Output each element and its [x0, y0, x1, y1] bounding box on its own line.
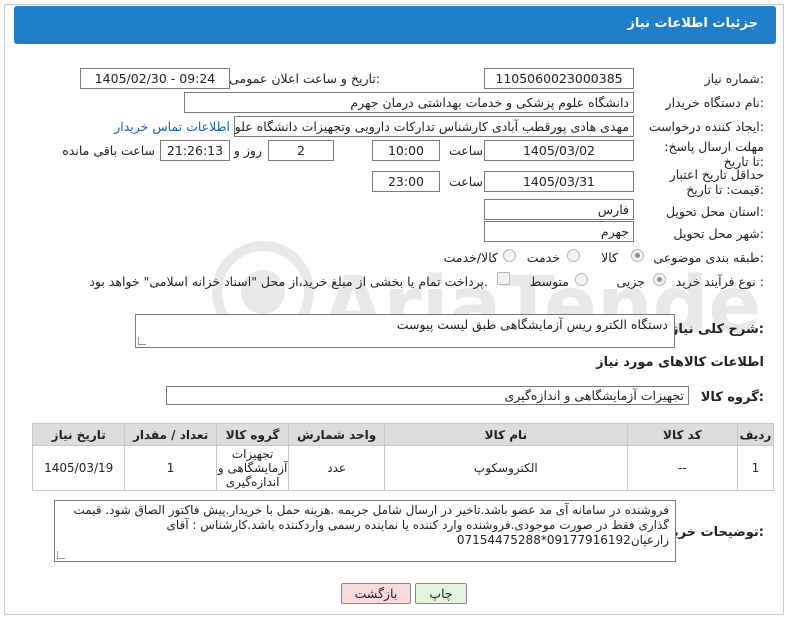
- summary-text: دستگاه الکترو ریس آزمایشگاهی طبق لیست پی…: [396, 317, 668, 332]
- need-number-label: شماره نیاز:: [704, 71, 764, 86]
- buyer-notes-text: فروشنده در سامانه آی مد عضو باشد.تاخیر د…: [73, 503, 669, 547]
- price-validity-label: حداقل تاریخ اعتبار قیمت: تا تاریخ:: [669, 167, 764, 197]
- back-button[interactable]: بازگشت: [341, 583, 411, 604]
- city-field[interactable]: جهرم: [484, 221, 634, 242]
- cell-goods-name: الکتروسکوپ: [383, 445, 628, 491]
- price-validity-time-field[interactable]: 23:00: [372, 171, 440, 192]
- deadline-time-label: ساعت: [448, 143, 483, 158]
- price-validity-time-label: ساعت: [448, 174, 483, 189]
- page-title: جزئیات اطلاعات نیاز: [627, 16, 758, 31]
- category-option-goods-service: کالا/خدمت: [443, 250, 498, 265]
- process-option-medium: متوسط: [529, 274, 569, 289]
- col-quantity: تعداد / مقدار: [124, 423, 217, 446]
- page-header: جزئیات اطلاعات نیاز: [14, 6, 776, 44]
- remaining-time-field[interactable]: 21:26:13: [160, 140, 230, 161]
- days-remaining-field[interactable]: 2: [268, 140, 334, 161]
- resize-handle-icon[interactable]: [138, 337, 146, 345]
- col-row-number: ردیف: [736, 423, 775, 446]
- process-radio-minor[interactable]: [653, 273, 666, 286]
- cell-goods-group: تجهیزات آزمایشگاهی و اندازه‌گیری: [215, 445, 290, 491]
- announce-field[interactable]: 1405/02/30 - 09:24: [80, 68, 230, 89]
- process-label: نوع فرآیند خرید :: [675, 274, 764, 289]
- process-option-minor: جزیی: [616, 274, 645, 289]
- col-need-date: تاریخ نیاز: [31, 423, 126, 446]
- col-goods-name: نام کالا: [383, 423, 628, 446]
- table-row[interactable]: 1 -- الکتروسکوپ عدد تجهیزات آزمایشگاهی و…: [31, 445, 775, 491]
- goods-group-label: گروه کالا:: [700, 390, 764, 405]
- col-goods-group: گروه کالا: [215, 423, 290, 446]
- print-button[interactable]: چاپ: [415, 583, 467, 604]
- province-label: استان محل تحویل:: [665, 204, 764, 219]
- cell-row-number: 1: [736, 445, 775, 491]
- buyer-notes-textarea[interactable]: فروشنده در سامانه آی مد عضو باشد.تاخیر د…: [54, 500, 676, 562]
- deadline-date-field[interactable]: 1405/03/02: [484, 140, 634, 161]
- deadline-time-field[interactable]: 10:00: [372, 140, 440, 161]
- category-option-goods: کالا: [601, 250, 618, 265]
- city-label: شهر محل تحویل:: [673, 226, 764, 241]
- resize-handle-icon[interactable]: [57, 551, 65, 559]
- category-radio-goods-service[interactable]: [503, 249, 516, 262]
- buyer-org-label: نام دستگاه خریدار:: [665, 95, 764, 110]
- deadline-label: مهلت ارسال پاسخ: تا تاریخ:: [664, 139, 764, 169]
- cell-unit: عدد: [288, 445, 385, 491]
- category-radio-service[interactable]: [567, 249, 580, 262]
- days-label: روز و: [233, 143, 262, 158]
- announce-label: تاریخ و ساعت اعلان عمومی:: [229, 71, 380, 86]
- summary-textarea[interactable]: دستگاه الکترو ریس آزمایشگاهی طبق لیست پی…: [135, 314, 675, 348]
- province-field[interactable]: فارس: [484, 199, 634, 220]
- creator-label: ایجاد کننده درخواست:: [648, 119, 764, 134]
- goods-section-title: اطلاعات کالاهای مورد نیاز: [596, 355, 764, 370]
- summary-label: شرح کلی نیاز:: [670, 322, 764, 337]
- cell-need-date: 1405/03/19: [31, 445, 126, 491]
- buyer-org-field[interactable]: دانشگاه علوم پزشکی و خدمات بهداشتی درمان…: [184, 92, 634, 113]
- col-goods-code: کد کالا: [626, 423, 738, 446]
- goods-group-field[interactable]: تجهیزات آزمایشگاهی و اندازه‌گیری: [166, 386, 689, 405]
- price-validity-date-field[interactable]: 1405/03/31: [484, 171, 634, 192]
- table-header-row: ردیف کد کالا نام کالا واحد شمارش گروه کا…: [31, 423, 775, 446]
- creator-field[interactable]: مهدی هادی پورقطب آبادی کارشناس تدارکات د…: [234, 116, 634, 137]
- process-radio-medium[interactable]: [575, 273, 588, 286]
- treasury-payment-note: پرداخت تمام یا بخشی از مبلغ خرید،از محل …: [89, 274, 488, 289]
- need-number-field[interactable]: 1105060023000385: [484, 68, 634, 89]
- buyer-contact-link[interactable]: اطلاعات تماس خریدار: [114, 119, 230, 134]
- category-radio-goods[interactable]: [631, 249, 644, 262]
- cell-quantity: 1: [124, 445, 217, 491]
- col-unit: واحد شمارش: [288, 423, 385, 446]
- items-table: ردیف کد کالا نام کالا واحد شمارش گروه کا…: [31, 423, 775, 491]
- remaining-time-label: ساعت باقی مانده: [62, 143, 155, 158]
- treasury-payment-checkbox[interactable]: [497, 272, 510, 285]
- cell-goods-code: --: [626, 445, 738, 491]
- category-label: طبقه بندی موضوعی:: [653, 250, 764, 265]
- category-option-service: خدمت: [526, 250, 560, 265]
